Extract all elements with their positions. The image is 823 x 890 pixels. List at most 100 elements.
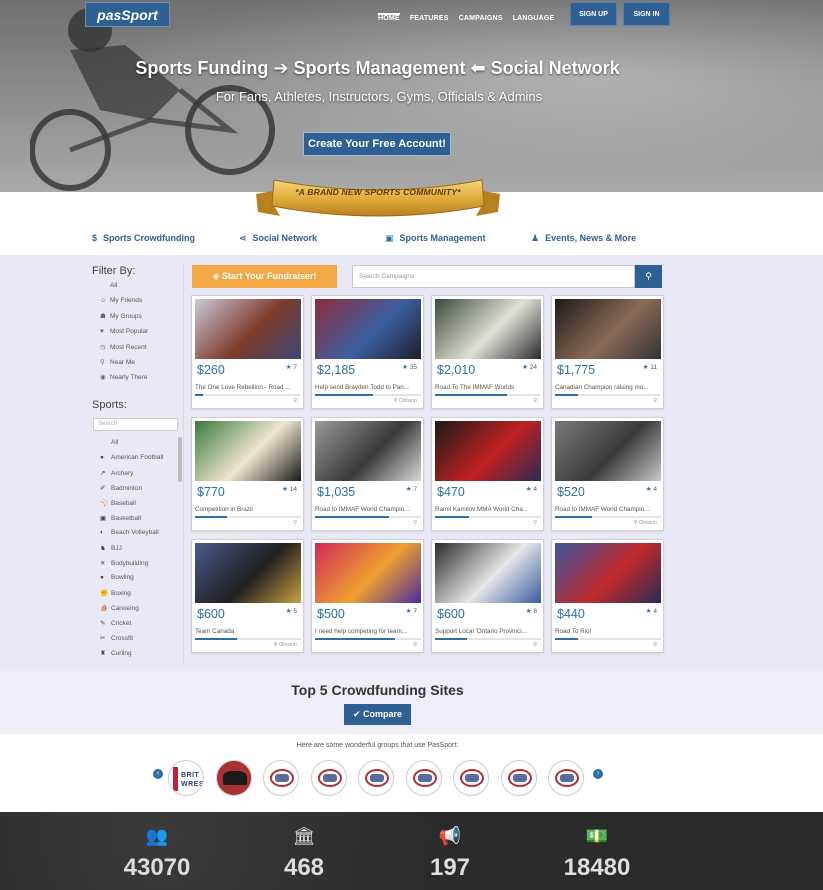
feature-management[interactable]: ▣ Sports Management [385,233,486,244]
campaign-card[interactable]: $500 ★ 7 I need help competing for team...… [311,539,424,653]
sport-item[interactable]: ✊ Boxing [100,589,180,604]
prev-arrow-icon[interactable]: ‹ [153,769,163,779]
feature-events[interactable]: ♟ Events, News & More [531,233,636,244]
sport-item[interactable]: ✐ Badminton [100,484,180,499]
sport-item[interactable]: ↗ Archery [100,469,180,484]
campaign-image[interactable] [555,543,661,603]
sport-item[interactable]: ✎ Cricket [100,619,180,634]
sport-search-input[interactable]: Search [93,418,178,431]
campaign-image[interactable] [555,421,661,481]
campaign-card[interactable]: $770 ★ 14 Competition in Brazil ⚲ [191,417,304,531]
campaign-title[interactable]: Road To The IMMAF Worlds [435,384,539,391]
campaign-card[interactable]: $2,185 ★ 35 Help send Brayden Todd to Pan.… [311,295,424,409]
campaign-card[interactable]: $260 ★ 7 The One Love Rebellion - Road ...… [191,295,304,409]
campaign-card[interactable]: $600 ★ 8 Support Local 'Ontario Provinci..… [431,539,544,653]
next-arrow-icon[interactable]: › [593,769,603,779]
campaign-title[interactable]: Road To Rio! [555,628,659,635]
campaign-progress [555,394,661,396]
campaign-card[interactable]: $1,035 ★ 7 Road to IMMAF World Champio... ⚲ [311,417,424,531]
nav-language[interactable]: LANGUAGE [513,15,555,22]
campaign-title[interactable]: Team Canada [195,628,299,635]
map-marker-icon: ⚲ [652,398,657,404]
group-logo[interactable] [406,760,442,796]
group-logo[interactable] [548,760,584,796]
sport-item[interactable]: ⛵ Canoeing [100,604,180,619]
sports-scrollbar[interactable] [178,437,182,482]
campaign-location: ⚲ [293,520,297,526]
search-button[interactable]: ⚲ [635,265,662,288]
group-logo[interactable] [263,760,299,796]
compare-button[interactable]: ✔ Compare [344,704,411,725]
create-account-button[interactable]: Create Your Free Account! [303,132,451,156]
campaign-card[interactable]: $520 ★ 4 Road to IMMAF World Champio... ⚲ O… [551,417,664,531]
filter-item[interactable]: ◉ Nearly There [92,373,184,388]
campaign-image[interactable] [315,421,421,481]
campaign-image[interactable] [435,299,541,359]
campaign-image[interactable] [195,299,301,359]
campaign-amount: $440 [557,607,585,621]
filter-item[interactable]: ☺ My Friends [92,297,184,312]
group-logo[interactable] [311,760,347,796]
campaign-title[interactable]: Competition in Brazil [195,506,299,513]
feature-social[interactable]: ⋖ Social Network [239,233,317,244]
campaign-image[interactable] [435,543,541,603]
feature-crowdfunding[interactable]: $ Sports Crowdfunding [92,233,195,243]
gem-icon: ◈ [212,271,222,281]
campaign-card[interactable]: $440 ★ 4 Road To Rio! ⚲ [551,539,664,653]
sport-item[interactable]: ▣ Basketball [100,514,180,529]
campaign-search-input[interactable]: Search Campaigns [352,265,635,288]
campaign-card[interactable]: $1,775 ★ 11 Canadian Champion raising mo..… [551,295,664,409]
campaign-image[interactable] [435,421,541,481]
campaign-image[interactable] [195,421,301,481]
campaign-title[interactable]: I need help competing for team... [315,628,419,635]
campaign-title[interactable]: Help send Brayden Todd to Pan... [315,384,419,391]
campaign-title[interactable]: Canadian Champion raising mo... [555,384,659,391]
search-icon: ⚲ [645,271,652,281]
campaign-title[interactable]: Road to IMMAF World Champio... [555,506,659,513]
campaign-card[interactable]: $470 ★ 4 Ramil Kamilov MMA World Cha... ⚲ [431,417,544,531]
start-fundraiser-button[interactable]: ◈ Start Your Fundraiser! [192,265,337,288]
star-count: 4 [653,486,657,493]
sport-item[interactable]: ✕ Bodybuilding [100,559,180,574]
group-logo[interactable]: BRIT WRES [168,760,204,796]
sport-item[interactable]: ♞ BJJ [100,544,180,559]
campaign-card[interactable]: $2,010 ★ 24 Road To The IMMAF Worlds ⚲ [431,295,544,409]
nav-home[interactable]: HOME [378,13,400,22]
sport-item[interactable]: ✂ Crossfit [100,634,180,649]
sport-label: Bowling [111,574,134,581]
campaign-image[interactable] [555,299,661,359]
sport-item[interactable]: ⚾ Baseball [100,499,180,514]
megaphone-icon: 📢 [438,826,462,846]
signin-button[interactable]: SIGN IN [623,2,670,26]
campaign-progress [195,638,301,640]
filter-item[interactable]: All [92,282,184,297]
sport-item[interactable]: ● American Football [100,454,180,469]
signup-button[interactable]: SIGN UP [570,2,617,26]
campaign-stars: ★ 4 [646,607,657,615]
campaign-title[interactable]: Ramil Kamilov MMA World Cha... [435,506,539,513]
nav-campaigns[interactable]: CAMPAIGNS [459,15,503,22]
filter-item[interactable]: ☗ My Groups [92,312,184,327]
logo[interactable]: pasSport [85,2,170,27]
nav-features[interactable]: FEATURES [410,15,449,22]
group-logo[interactable] [216,760,252,796]
group-logo[interactable] [453,760,489,796]
group-logo[interactable] [358,760,394,796]
sport-item[interactable]: ◐ Beach Volleyball [100,529,180,544]
sport-item[interactable]: ♜ Curling [100,649,180,664]
campaign-title[interactable]: The One Love Rebellion - Road ... [195,384,299,391]
sport-item[interactable]: ● Bowling [100,574,180,589]
sport-item[interactable]: All [100,439,180,454]
campaign-image[interactable] [315,543,421,603]
campaign-title[interactable]: Support Local 'Ontario Provinci... [435,628,539,635]
group-logo[interactable] [501,760,537,796]
campaign-image[interactable] [195,543,301,603]
sport-icon: ♞ [100,545,106,552]
filter-item[interactable]: ◷ Most Recent [92,343,184,358]
campaign-stars: ★ 4 [526,485,537,493]
filter-item[interactable]: ⚲ Near Me [92,358,184,373]
filter-item[interactable]: ♥ Most Popular [92,328,184,343]
campaign-title[interactable]: Road to IMMAF World Champio... [315,506,419,513]
campaign-image[interactable] [315,299,421,359]
campaign-card[interactable]: $600 ★ 5 Team Canada ⚲ Ontario [191,539,304,653]
